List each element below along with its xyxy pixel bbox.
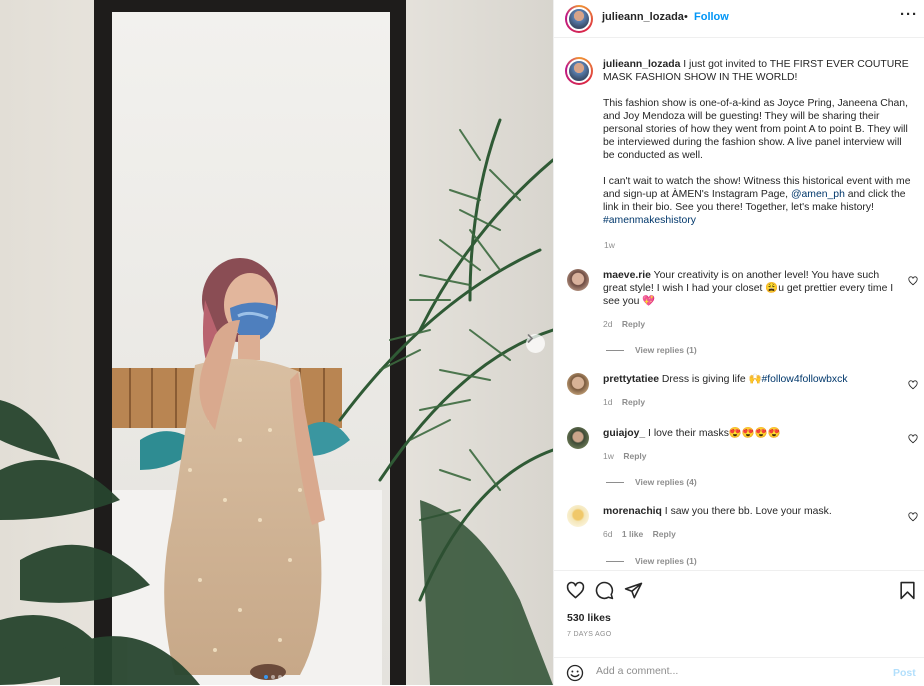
- carousel-dot: [278, 675, 282, 679]
- comment-username[interactable]: guiajoy_: [603, 428, 645, 439]
- comment-meta: 1w Reply: [603, 450, 903, 463]
- commenter-avatar[interactable]: [567, 373, 589, 395]
- view-replies-label: View replies (4): [635, 477, 697, 487]
- commenter-avatar[interactable]: [567, 427, 589, 449]
- replies-line: [606, 349, 624, 351]
- post-actions: 530 likes 7 DAYS AGO Post: [554, 570, 924, 685]
- comment-time: 1w: [603, 451, 614, 461]
- instagram-post: julieann_lozada • Follow ··· julieann_lo…: [0, 0, 924, 685]
- comment-input[interactable]: [596, 665, 876, 677]
- replies-line: [606, 481, 624, 483]
- like-comment-heart-icon[interactable]: [908, 380, 918, 390]
- comment-3: guiajoy_ I love their masks😍😍😍😍 1w Reply: [603, 427, 903, 463]
- header-separator: •: [684, 11, 688, 23]
- comment-time: 2d: [603, 319, 613, 329]
- more-options-icon[interactable]: ···: [900, 6, 918, 23]
- post-caption: julieann_lozada I just got invited to TH…: [603, 58, 915, 240]
- reply-button[interactable]: Reply: [623, 451, 646, 461]
- caption-paragraph-1: julieann_lozada I just got invited to TH…: [603, 58, 915, 84]
- author-avatar[interactable]: [565, 5, 593, 33]
- caption-paragraph-3: I can't wait to watch the show! Witness …: [603, 175, 915, 227]
- chevron-right-icon: [527, 334, 534, 343]
- comment-username[interactable]: maeve.rie: [603, 270, 651, 281]
- comment-2: prettytatiee Dress is giving life 🙌#foll…: [603, 373, 903, 409]
- comment-meta: 1d Reply: [603, 396, 903, 409]
- comment-4: morenachiq I saw you there bb. Love your…: [603, 505, 903, 541]
- reply-button[interactable]: Reply: [622, 397, 645, 407]
- like-comment-heart-icon[interactable]: [908, 512, 918, 522]
- comment-icon[interactable]: [595, 581, 614, 600]
- smiley-icon[interactable]: [566, 664, 584, 682]
- caption-username[interactable]: julieann_lozada: [603, 59, 680, 70]
- comment-text: I love their masks😍😍😍😍: [648, 428, 781, 439]
- caption-paragraph-2: This fashion show is one-of-a-kind as Jo…: [603, 98, 908, 161]
- view-replies-button[interactable]: View replies (1): [606, 556, 697, 566]
- reply-button[interactable]: Reply: [653, 529, 676, 539]
- like-comment-heart-icon[interactable]: [908, 434, 918, 444]
- hashtag-link[interactable]: #amenmakeshistory: [603, 215, 696, 226]
- commenter-avatar[interactable]: [567, 505, 589, 527]
- comment-meta: 2d Reply: [603, 318, 903, 331]
- like-comment-heart-icon[interactable]: [908, 276, 918, 286]
- photo-illustration: [0, 0, 553, 685]
- view-replies-button[interactable]: View replies (1): [606, 345, 697, 355]
- follow-button[interactable]: Follow: [694, 11, 729, 23]
- comment-text: Dress is giving life 🙌: [661, 374, 762, 385]
- bookmark-icon[interactable]: [899, 581, 916, 600]
- reply-button[interactable]: Reply: [622, 319, 645, 329]
- replies-line: [606, 560, 624, 562]
- post-comment-button[interactable]: Post: [893, 667, 916, 679]
- carousel-next-button[interactable]: [526, 334, 545, 353]
- post-photo[interactable]: [0, 0, 553, 685]
- comment-username[interactable]: morenachiq: [603, 506, 662, 517]
- share-icon[interactable]: [624, 581, 643, 600]
- comment-text: I saw you there bb. Love your mask.: [664, 506, 832, 517]
- comment-time: 1d: [603, 397, 613, 407]
- mention-link[interactable]: @amen_ph: [791, 189, 845, 200]
- view-replies-label: View replies (1): [635, 345, 697, 355]
- comment-hashtag-link[interactable]: #follow4followbxck: [761, 374, 847, 385]
- add-comment-bar: Post: [554, 657, 924, 686]
- comment-meta: 6d 1 like Reply: [603, 528, 903, 541]
- comment-likes[interactable]: 1 like: [622, 529, 643, 539]
- comment-username[interactable]: prettytatiee: [603, 374, 659, 385]
- post-date: 7 DAYS AGO: [567, 631, 612, 638]
- header-username[interactable]: julieann_lozada: [602, 11, 684, 23]
- likes-count[interactable]: 530 likes: [567, 612, 611, 624]
- carousel-dot: [271, 675, 275, 679]
- caption-avatar[interactable]: [565, 57, 593, 85]
- post-header: julieann_lozada • Follow ···: [554, 0, 924, 38]
- view-replies-button[interactable]: View replies (4): [606, 477, 697, 487]
- heart-icon[interactable]: [566, 581, 585, 600]
- carousel-indicator: [264, 675, 282, 679]
- post-side-panel: julieann_lozada • Follow ··· julieann_lo…: [553, 0, 924, 685]
- comment-1: maeve.rie Your creativity is on another …: [603, 269, 903, 331]
- comment-time: 6d: [603, 529, 613, 539]
- view-replies-label: View replies (1): [635, 556, 697, 566]
- carousel-dot-active: [264, 675, 268, 679]
- commenter-avatar[interactable]: [567, 269, 589, 291]
- caption-time: 1w: [604, 240, 615, 250]
